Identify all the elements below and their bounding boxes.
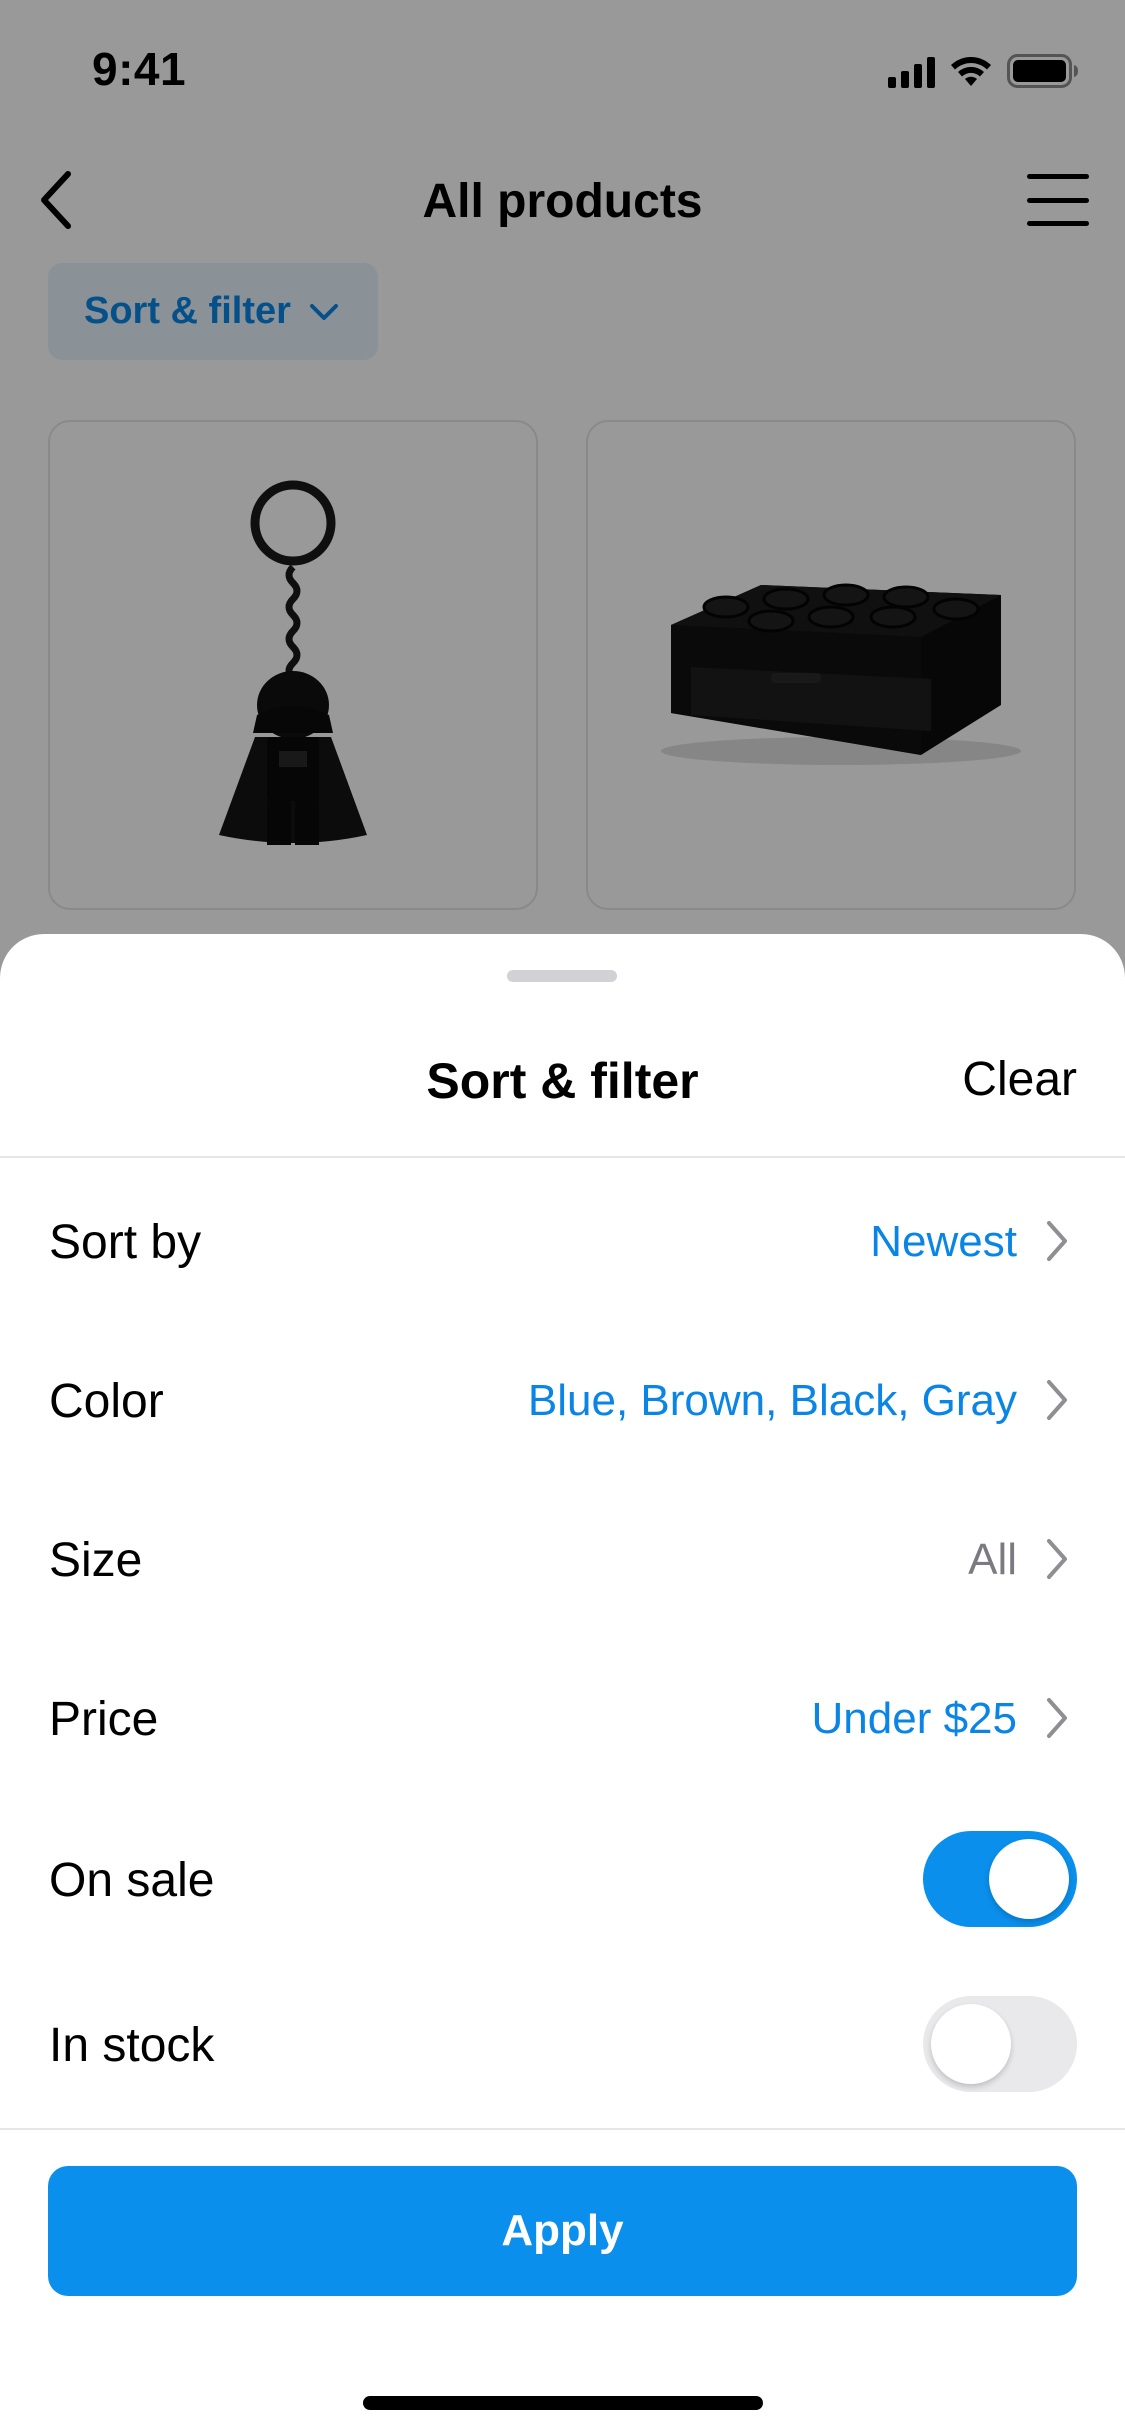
toggle-knob [931,2004,1011,2084]
apply-button[interactable]: Apply [48,2166,1077,2296]
color-row[interactable]: Color Blue, Brown, Black, Gray [0,1348,1125,1448]
in-stock-toggle[interactable] [923,1996,1077,2092]
in-stock-row: In stock [0,1992,1125,2092]
row-label: In stock [49,2019,215,2072]
row-label: On sale [49,1854,215,1907]
row-label: Sort by [49,1216,202,1269]
on-sale-toggle[interactable] [923,1831,1077,1927]
price-row[interactable]: Price Under $25 [0,1666,1125,1766]
divider [0,2128,1125,2130]
row-value: All [968,1535,1017,1584]
sheet-title: Sort & filter [426,1053,699,1109]
home-indicator[interactable] [363,2396,763,2410]
row-value: Blue, Brown, Black, Gray [527,1376,1017,1425]
row-value: Newest [870,1217,1017,1266]
screen: 9:41 All products Sort & filter Sort & f… [0,0,1125,2436]
chevron-right-icon [1047,1698,1067,1738]
chevron-right-icon [1047,1380,1067,1420]
apply-button-label: Apply [501,2206,624,2255]
row-value: Under $25 [811,1694,1017,1743]
chevron-right-icon [1047,1539,1067,1579]
toggle-knob [989,1839,1069,1919]
row-label: Price [49,1693,159,1746]
row-label: Color [49,1375,164,1428]
chevron-right-icon [1047,1221,1067,1261]
divider [0,1156,1125,1158]
on-sale-row: On sale [0,1827,1125,1927]
clear-button[interactable]: Clear [962,1052,1077,1107]
size-row[interactable]: Size All [0,1507,1125,1607]
sort-filter-sheet: Sort & filter Clear Sort by Newest Color… [0,934,1125,2436]
row-label: Size [49,1534,143,1587]
sort-by-row[interactable]: Sort by Newest [0,1189,1125,1289]
sheet-grabber[interactable] [507,970,617,982]
